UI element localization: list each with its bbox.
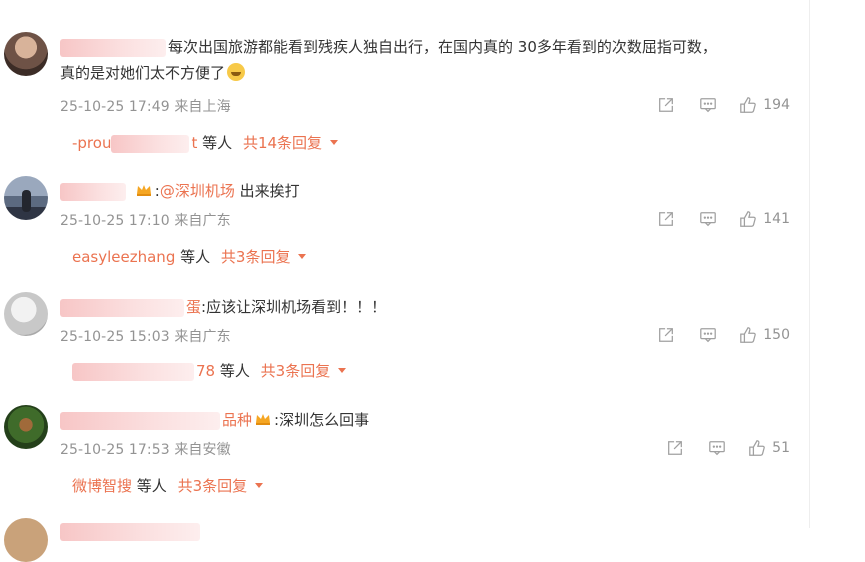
comment-text-cont: 真的是对她们太不方便了 <box>60 64 226 82</box>
crown-badge-icon <box>136 185 151 196</box>
avatar[interactable] <box>4 32 48 76</box>
reply-user-tail[interactable]: 78 <box>196 362 215 380</box>
comment-actions: 51 <box>666 439 790 457</box>
comment-text: 出来挨打 <box>234 182 300 200</box>
share-button[interactable] <box>666 439 684 457</box>
timestamp: 25-10-25 17:49 <box>60 99 170 115</box>
comment-line: :@深圳机场 出来挨打 <box>60 178 300 204</box>
comment-text: :应该让深圳机场看到！！！ <box>201 298 387 316</box>
comment-button[interactable] <box>699 210 717 228</box>
like-count: 141 <box>763 211 790 227</box>
reply-user[interactable]: 微博智搜 <box>72 477 132 495</box>
caret-down-icon[interactable] <box>255 483 264 488</box>
thumbs-up-icon <box>740 97 757 113</box>
blurred-username[interactable] <box>60 411 220 430</box>
reply-total[interactable]: 共3条回复 <box>221 248 291 266</box>
reply-user-tail[interactable]: t <box>191 134 197 152</box>
comment-meta: 25-10-25 17:49 来自上海 <box>60 96 231 116</box>
share-icon <box>659 98 674 112</box>
thumbs-up-icon <box>749 440 765 456</box>
comment-line: 每次出国旅游都能看到残疾人独自出行，在国内真的 30多年看到的次数屈指可数， <box>60 34 717 60</box>
location: 来自安徽 <box>174 442 231 458</box>
reply-label: 等人 <box>180 248 211 266</box>
reply-summary[interactable]: -prou t 等人 共14条回复 <box>60 129 339 157</box>
comment-button[interactable] <box>699 96 717 114</box>
reply-label: 等人 <box>219 362 250 380</box>
comment-line: 真的是对她们太不方便了 <box>60 60 246 86</box>
timestamp: 25-10-25 17:53 <box>60 442 170 458</box>
location: 来自广东 <box>174 329 231 345</box>
mention-link[interactable]: @深圳机场 <box>160 182 235 200</box>
reply-total[interactable]: 共14条回复 <box>243 134 322 152</box>
reply-user[interactable]: easyleezhang <box>72 248 175 266</box>
like-button[interactable]: 150 <box>739 326 790 344</box>
blurred-username[interactable] <box>60 38 166 57</box>
comment-actions: 194 <box>657 96 790 114</box>
comment-actions: 150 <box>657 326 790 344</box>
caret-down-icon[interactable] <box>298 254 307 259</box>
reply-summary[interactable]: easyleezhang 等人 共3条回复 <box>60 243 307 271</box>
blurred-username <box>111 134 190 153</box>
like-count: 150 <box>763 327 790 343</box>
comment-meta: 25-10-25 17:10 来自广东 <box>60 210 231 230</box>
share-button[interactable] <box>657 96 675 114</box>
reply-label: 等人 <box>136 477 167 495</box>
reply-summary[interactable]: 78 等人 共3条回复 <box>60 357 347 385</box>
comment-button[interactable] <box>708 439 726 457</box>
like-button[interactable]: 51 <box>748 439 790 457</box>
thumbs-up-icon <box>740 211 757 227</box>
blurred-username[interactable] <box>60 298 184 317</box>
comment-icon <box>700 212 717 227</box>
like-count: 51 <box>772 440 790 456</box>
reply-total[interactable]: 共3条回复 <box>261 362 331 380</box>
crown-badge-icon <box>256 414 271 425</box>
username-tail[interactable]: 品种 <box>222 411 252 429</box>
share-icon <box>668 441 683 455</box>
share-icon <box>659 212 674 226</box>
comment-icon <box>709 441 726 456</box>
timestamp: 25-10-25 17:10 <box>60 213 170 229</box>
location: 来自上海 <box>174 99 231 115</box>
blurred-username[interactable] <box>60 522 200 541</box>
avatar[interactable] <box>4 292 48 336</box>
timestamp: 25-10-25 15:03 <box>60 329 170 345</box>
reply-label: 等人 <box>202 134 233 152</box>
reply-user[interactable]: -prou <box>72 134 111 152</box>
like-button[interactable]: 194 <box>739 96 790 114</box>
comment-text: 每次出国旅游都能看到残疾人独自出行，在国内真的 30多年看到的次数屈指可数， <box>168 38 717 56</box>
caret-down-icon[interactable] <box>338 368 347 373</box>
comment-button[interactable] <box>699 326 717 344</box>
caret-down-icon[interactable] <box>330 140 339 145</box>
comment-meta: 25-10-25 17:53 来自安徽 <box>60 439 231 459</box>
comment-line: 品种 :深圳怎么回事 <box>60 407 369 433</box>
share-icon <box>659 328 674 342</box>
avatar[interactable] <box>4 405 48 449</box>
blurred-username[interactable] <box>60 182 126 201</box>
blurred-username <box>72 362 194 381</box>
location: 来自广东 <box>174 213 231 229</box>
comment-line <box>60 518 202 544</box>
like-button[interactable]: 141 <box>739 210 790 228</box>
share-button[interactable] <box>657 326 675 344</box>
comment-text: :深圳怎么回事 <box>274 411 370 429</box>
reply-summary[interactable]: 微博智搜 等人 共3条回复 <box>60 472 264 500</box>
comment-list: 每次出国旅游都能看到残疾人独自出行，在国内真的 30多年看到的次数屈指可数， 真… <box>0 0 810 562</box>
username-tail[interactable]: 蛋 <box>186 298 201 316</box>
like-count: 194 <box>763 97 790 113</box>
comment-actions: 141 <box>657 210 790 228</box>
share-button[interactable] <box>657 210 675 228</box>
reply-total[interactable]: 共3条回复 <box>178 477 248 495</box>
comment-icon <box>700 328 717 343</box>
thumbs-up-icon <box>740 327 757 343</box>
avatar[interactable] <box>4 176 48 220</box>
avatar[interactable] <box>4 518 48 562</box>
comment-icon <box>700 98 717 113</box>
comment-meta: 25-10-25 15:03 来自广东 <box>60 326 231 346</box>
grin-emoji-icon <box>227 63 246 81</box>
comment-line: 蛋:应该让深圳机场看到！！！ <box>60 294 386 320</box>
